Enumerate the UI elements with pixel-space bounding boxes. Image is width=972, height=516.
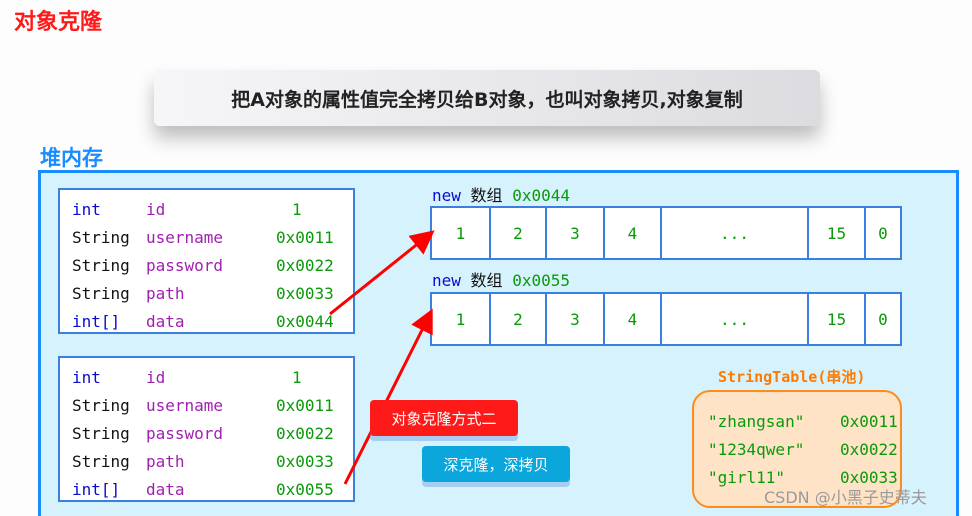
deep-clone-button[interactable]: 深克隆，深拷贝 [422, 446, 570, 482]
string-addr: 0x0011 [840, 412, 898, 431]
string-value: "zhangsan" [708, 412, 805, 431]
string-entry: "1234qwer" 0x0022 [708, 440, 898, 459]
string-addr: 0x0022 [840, 440, 898, 459]
string-value: "1234qwer" [708, 440, 805, 459]
watermark: CSDN @小黑子史蒂夫 [764, 488, 927, 507]
string-table-label: StringTable(串池) [718, 368, 866, 386]
arrow-b-to-array-b [343, 308, 433, 485]
string-entry: "zhangsan" 0x0011 [708, 412, 898, 431]
arrow-a-to-array-a [329, 230, 435, 316]
clone-method-two-button[interactable]: 对象克隆方式二 [370, 400, 518, 436]
